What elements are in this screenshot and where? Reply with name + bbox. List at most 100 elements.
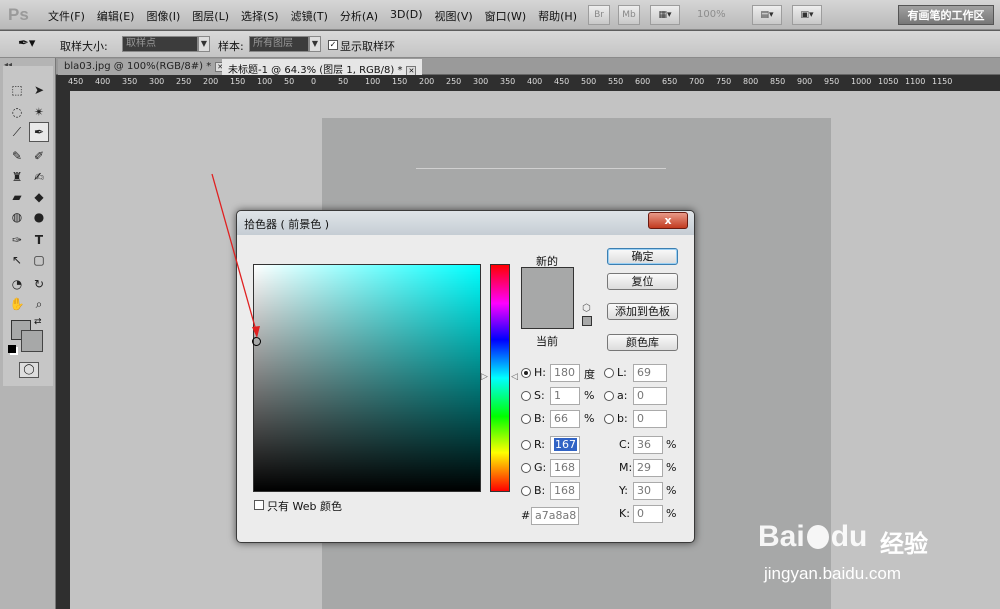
menu-help[interactable]: 帮助(H) (532, 8, 583, 24)
sample-size-select[interactable]: 取样点 (122, 36, 198, 52)
hue-slider-left-arrow-icon[interactable]: ▷ (481, 372, 488, 382)
arrange-documents-button[interactable]: ▤▾ (752, 5, 782, 25)
menu-3d[interactable]: 3D(D) (384, 8, 429, 24)
paint-bucket-tool-icon[interactable]: ◆ (29, 187, 49, 207)
zoom-tool-icon[interactable]: ⌕ (29, 294, 49, 314)
hex-input[interactable]: a7a8a8 (531, 507, 579, 525)
menu-analysis[interactable]: 分析(A) (334, 8, 384, 24)
history-brush-tool-icon[interactable]: ✍ (29, 167, 49, 187)
green-input[interactable]: 168 (550, 459, 580, 477)
brightness-input[interactable]: 66 (550, 410, 580, 428)
bridge-button[interactable]: Br (588, 5, 610, 25)
menu-window[interactable]: 窗口(W) (479, 8, 532, 24)
yellow-input[interactable]: 30 (633, 482, 663, 500)
show-ring-checkbox[interactable]: ✓ (328, 40, 338, 50)
chevron-down-icon[interactable]: ▼ (309, 36, 321, 52)
color-libraries-button[interactable]: 颜色库 (607, 334, 678, 351)
zoom-level[interactable]: 100% (697, 9, 726, 20)
cyan-unit: % (666, 438, 677, 451)
close-button[interactable]: x (648, 212, 688, 229)
radio-b[interactable] (521, 414, 531, 424)
web-safe-swatch-icon[interactable] (582, 316, 592, 326)
blue-input[interactable]: 168 (550, 482, 580, 500)
magenta-input[interactable]: 29 (633, 459, 663, 477)
tab-bla03[interactable]: bla03.jpg @ 100%(RGB/8#) * ✕ (58, 59, 232, 75)
eyedropper-tool-icon[interactable]: ✒ (29, 122, 49, 142)
sample-select[interactable]: 所有图层 (249, 36, 309, 52)
ruler-tick-label: 750 (716, 77, 732, 86)
quick-mask-icon[interactable]: ◯ (19, 362, 39, 378)
shape-tool-icon[interactable]: ▢ (29, 250, 49, 270)
healing-brush-tool-icon[interactable]: ✎ (7, 146, 27, 166)
chevron-down-icon[interactable]: ▼ (198, 36, 210, 52)
blur-tool-icon[interactable]: ◍ (7, 207, 27, 227)
3d-orbit-tool-icon[interactable]: ↻ (29, 274, 49, 294)
m-label: M: (619, 461, 633, 474)
menu-view[interactable]: 视图(V) (429, 8, 479, 24)
radio-l[interactable] (604, 368, 614, 378)
ruler-tick-label: 950 (824, 77, 840, 86)
red-input[interactable]: 167 (550, 436, 580, 454)
saturation-input[interactable]: 1 (550, 387, 580, 405)
reset-button[interactable]: 复位 (607, 273, 678, 290)
hue-input[interactable]: 180 (550, 364, 580, 382)
menu-filter[interactable]: 滤镜(T) (285, 8, 334, 24)
path-selection-tool-icon[interactable]: ↖ (7, 250, 27, 270)
clone-stamp-tool-icon[interactable]: ♜ (7, 167, 27, 187)
tab-label: bla03.jpg @ 100%(RGB/8#) * (64, 61, 212, 72)
hue-slider[interactable] (490, 264, 510, 492)
type-tool-icon[interactable]: T (29, 230, 49, 250)
pen-tool-icon[interactable]: ✑ (7, 230, 27, 250)
menu-layer[interactable]: 图层(L) (186, 8, 235, 24)
a-input[interactable]: 0 (633, 387, 667, 405)
radio-s[interactable] (521, 391, 531, 401)
toolbox: ⬚ ➤ ◌ ✴ ⟋ ✒ ✎ ✐ ♜ ✍ ▰ ◆ ◍ ● ✑ T ↖ ▢ ◔ ↻ … (3, 66, 53, 386)
default-colors-icon[interactable] (8, 345, 16, 353)
workspace-button[interactable]: 有画笔的工作区 (898, 5, 994, 25)
dialog-title-bar[interactable]: 拾色器 ( 前景色 ) (237, 211, 694, 235)
saturation-brightness-field[interactable] (252, 264, 481, 492)
ruler-tick-label: 350 (500, 77, 516, 86)
add-to-swatches-button[interactable]: 添加到色板 (607, 303, 678, 320)
lightness-input[interactable]: 69 (633, 364, 667, 382)
hand-tool-icon[interactable]: ✋ (7, 294, 27, 314)
lab-b-label: b: (617, 412, 628, 425)
radio-lab-b[interactable] (604, 414, 614, 424)
radio-g[interactable] (521, 463, 531, 473)
out-of-gamut-cube-icon[interactable]: ⬡ (582, 303, 591, 314)
3d-rotate-tool-icon[interactable]: ◔ (7, 274, 27, 294)
menu-file[interactable]: 文件(F) (42, 8, 91, 24)
radio-a[interactable] (604, 391, 614, 401)
swap-colors-icon[interactable]: ⇄ (34, 317, 42, 327)
magic-wand-tool-icon[interactable]: ✴ (29, 102, 49, 122)
marquee-tool-icon[interactable]: ⬚ (7, 80, 27, 100)
eyedropper-preset-icon[interactable]: ✒▾ (18, 36, 35, 51)
radio-blue[interactable] (521, 486, 531, 496)
menu-image[interactable]: 图像(I) (140, 8, 186, 24)
ok-button[interactable]: 确定 (607, 248, 678, 265)
crop-tool-icon[interactable]: ⟋ (7, 122, 27, 142)
hue-slider-right-arrow-icon[interactable]: ◁ (511, 372, 518, 382)
radio-h[interactable] (521, 368, 531, 378)
background-color-swatch[interactable] (21, 330, 43, 352)
cyan-input[interactable]: 36 (633, 436, 663, 454)
screen-mode-button[interactable]: ▣▾ (792, 5, 822, 25)
dodge-tool-icon[interactable]: ● (29, 207, 49, 227)
lasso-tool-icon[interactable]: ◌ (7, 102, 27, 122)
yellow-unit: % (666, 484, 677, 497)
move-tool-icon[interactable]: ➤ (29, 80, 49, 100)
ruler-tick-label: 100 (365, 77, 381, 86)
tab-untitled-1[interactable]: 未标题-1 @ 64.3% (图层 1, RGB/8) * ✕ (222, 59, 423, 76)
mini-bridge-button[interactable]: Mb (618, 5, 640, 25)
web-only-checkbox[interactable] (254, 500, 264, 510)
color-picker-cursor[interactable] (252, 337, 261, 346)
black-input[interactable]: 0 (633, 505, 663, 523)
lab-b-input[interactable]: 0 (633, 410, 667, 428)
radio-r[interactable] (521, 440, 531, 450)
l-label: L: (617, 366, 627, 379)
brush-tool-icon[interactable]: ✐ (29, 146, 49, 166)
eraser-tool-icon[interactable]: ▰ (7, 187, 27, 207)
view-extras-button[interactable]: ▦▾ (650, 5, 680, 25)
menu-edit[interactable]: 编辑(E) (91, 8, 141, 24)
menu-select[interactable]: 选择(S) (235, 8, 285, 24)
